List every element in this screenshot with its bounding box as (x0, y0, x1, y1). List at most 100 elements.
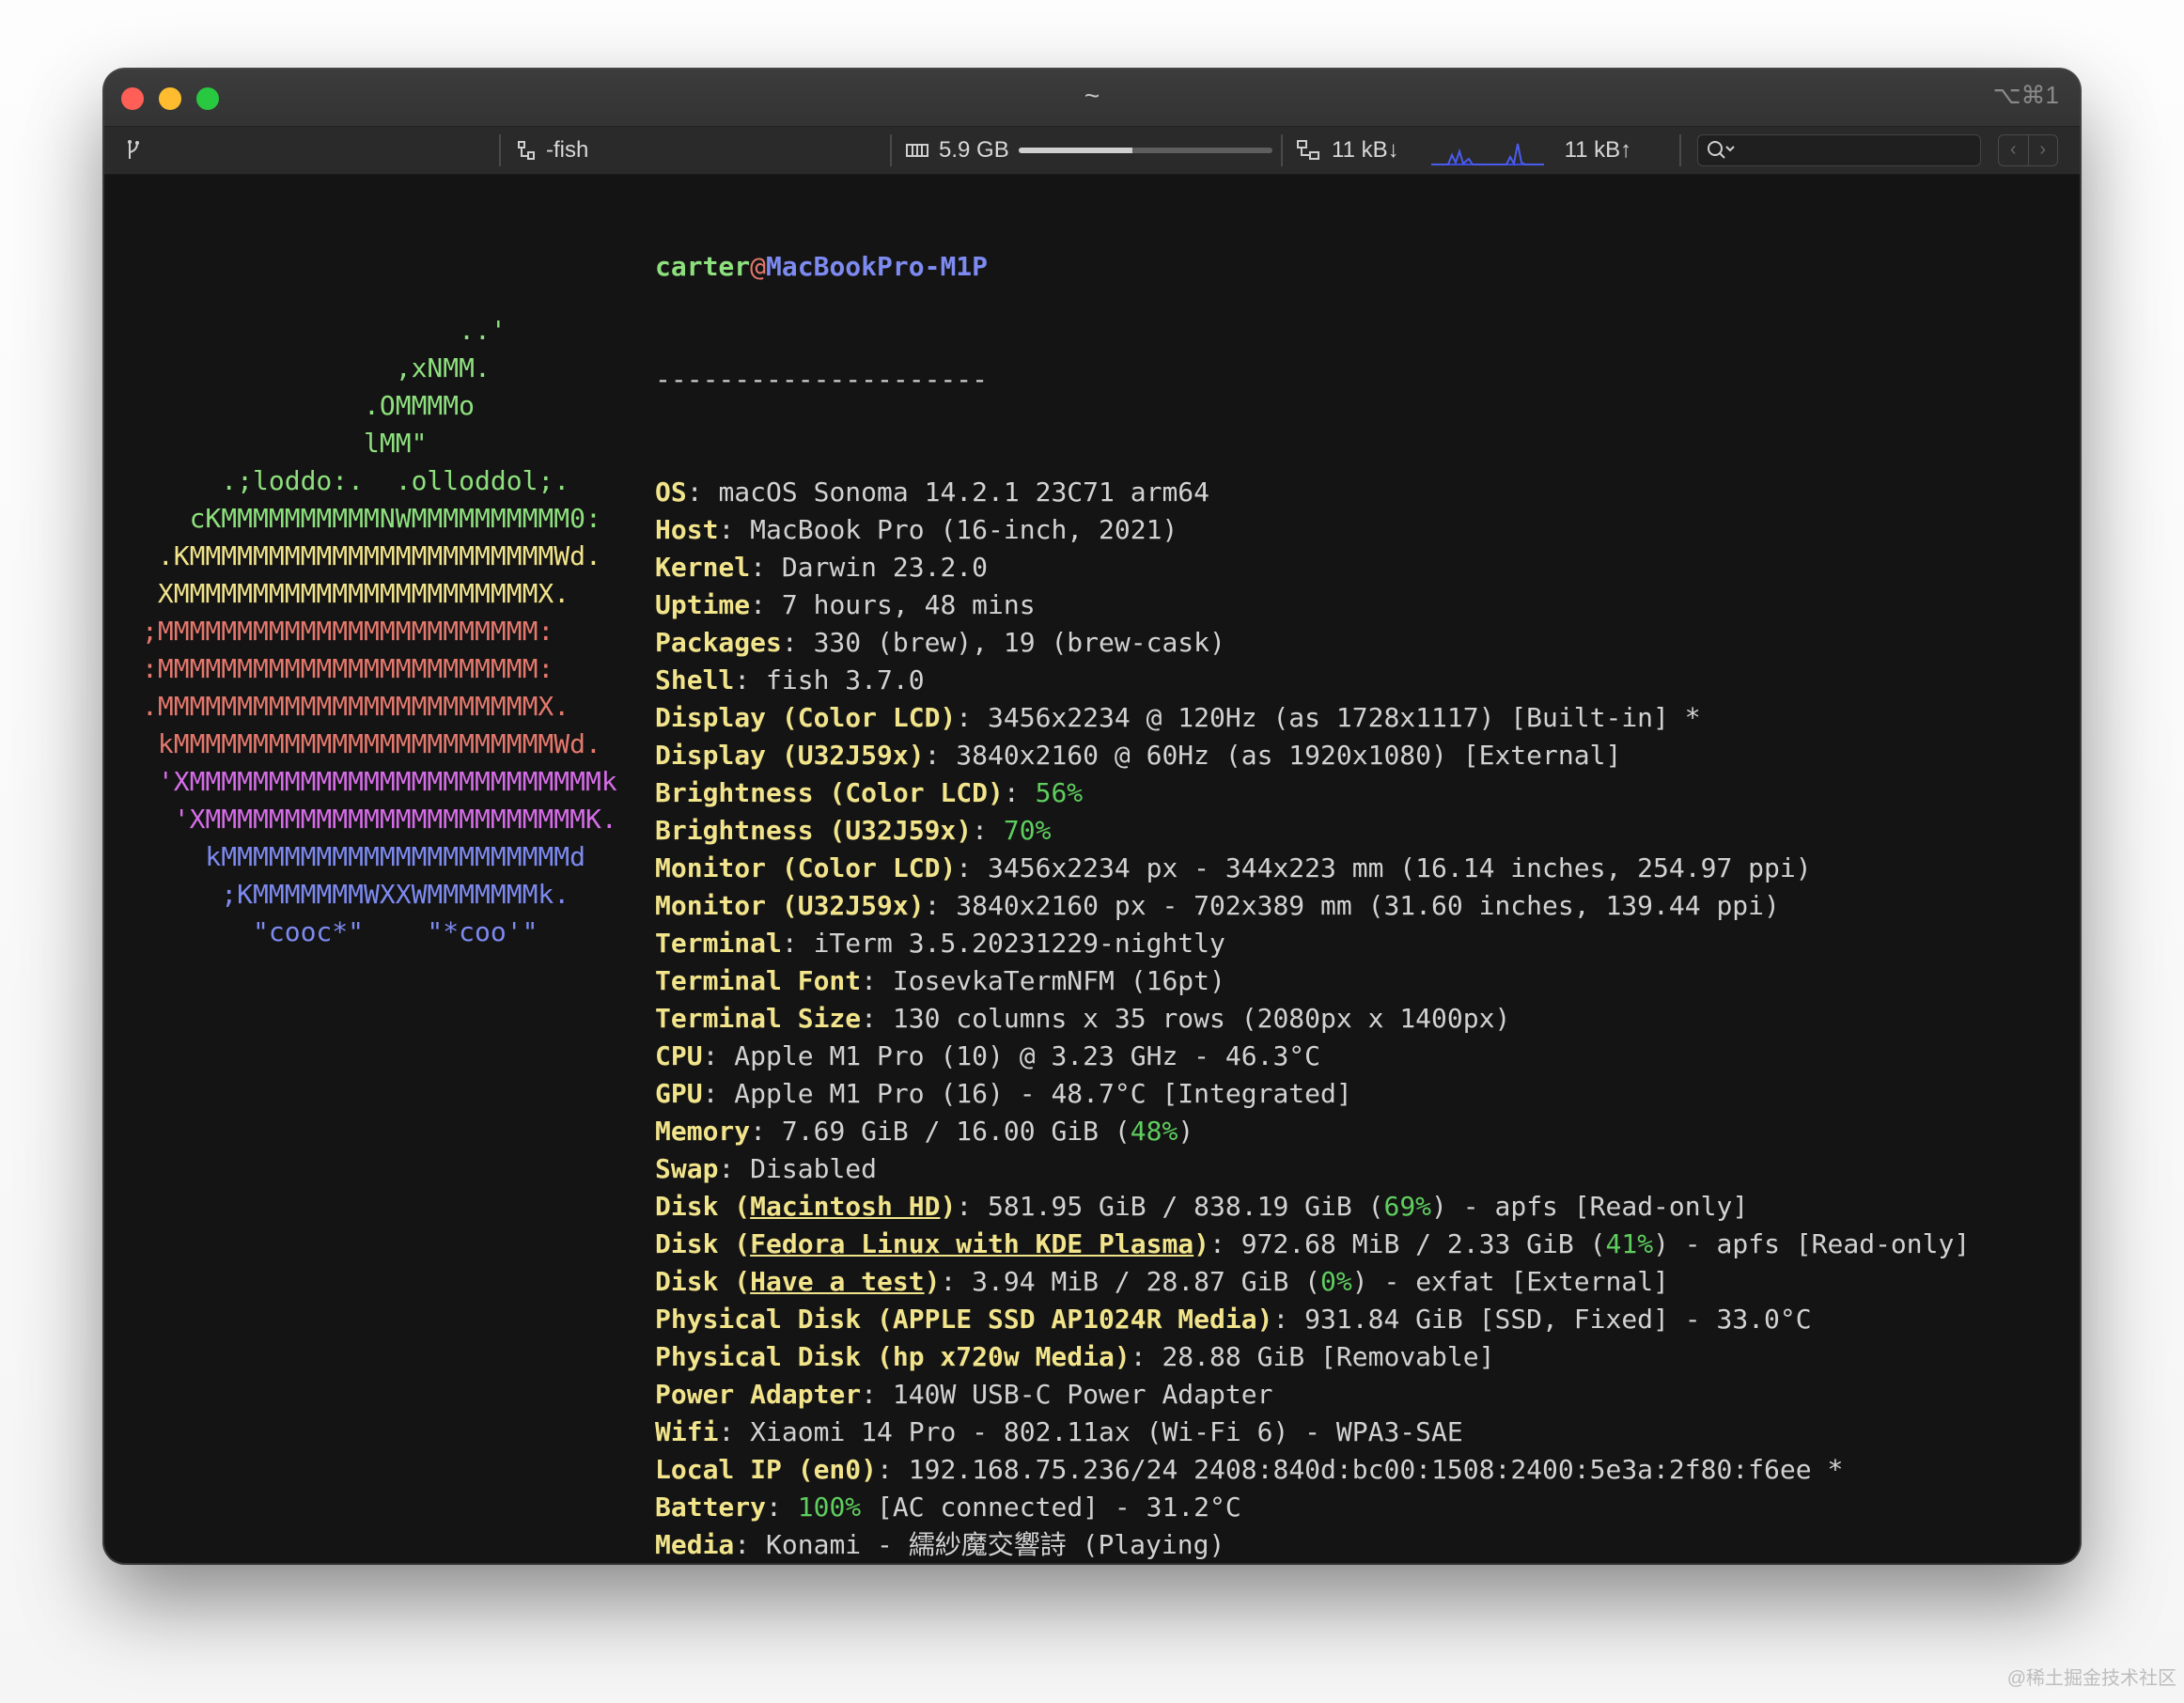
window-title: ~ (1084, 81, 1100, 110)
info-row: Brightness (Color LCD): 56% (655, 774, 1970, 812)
info-value: 130 columns x 35 rows (2080px x 1400px) (892, 1003, 1511, 1034)
info-key: Terminal Size (655, 1003, 862, 1034)
info-value: iTerm 3.5.20231229-nightly (813, 928, 1225, 959)
colon: : (686, 477, 719, 508)
info-row: Kernel: Darwin 23.2.0 (655, 549, 1970, 586)
info-key: Brightness (U32J59x) (655, 815, 973, 846)
colon: : (750, 589, 782, 620)
colon: : (940, 1266, 973, 1297)
info-key: Brightness (Color LCD) (655, 777, 1004, 808)
info-percentage: 69% (1383, 1191, 1432, 1222)
colon: : (766, 1492, 798, 1523)
network-download: 11 kB↓ (1332, 137, 1399, 163)
info-key-name: Fedora Linux with KDE Plasma (750, 1228, 1194, 1259)
info-value: macOS Sonoma 14.2.1 23C71 arm64 (718, 477, 1210, 508)
info-row: Monitor (Color LCD): 3456x2234 px - 344x… (655, 850, 1970, 887)
username: carter (655, 251, 751, 282)
memory-indicator[interactable]: 5.9 GB (905, 127, 1272, 174)
colon: : (924, 890, 957, 921)
info-key: Power Adapter (655, 1379, 862, 1410)
info-row: Physical Disk (APPLE SSD AP1024R Media):… (655, 1301, 1970, 1338)
logo-line: 'XMMMMMMMMMMMMMMMMMMMMMMMMMMk (142, 766, 617, 797)
info-value: 7 hours, 48 mins (781, 589, 1036, 620)
logo-line: .KMMMMMMMMMMMMMMMMMMMMMMMWd. (142, 540, 601, 571)
colon: : (718, 1416, 751, 1447)
info-key: Uptime (655, 589, 751, 620)
info-key: Wifi (655, 1416, 719, 1447)
window-shortcut: ⌥⌘1 (1992, 81, 2059, 109)
logo-line: XMMMMMMMMMMMMMMMMMMMMMMMX. (142, 578, 570, 609)
logo-line: .MMMMMMMMMMMMMMMMMMMMMMMMX. (142, 691, 570, 722)
info-value: 3840x2160 @ 60Hz (as 1920x1080) [Externa… (956, 740, 1622, 771)
info-value: 3.94 MiB / 28.87 GiB ( (972, 1266, 1321, 1297)
title-bar: ~ ⌥⌘1 (104, 70, 2080, 126)
chevron-right-icon[interactable]: › (2029, 135, 2058, 165)
info-key: CPU (655, 1040, 703, 1071)
colon: : (1209, 1228, 1241, 1259)
info-key: Media (655, 1529, 735, 1560)
info-value: Apple M1 Pro (10) @ 3.23 GHz - 46.3°C (734, 1040, 1321, 1071)
chevron-left-icon[interactable]: ‹ (1999, 135, 2029, 165)
info-key: Physical Disk (APPLE SSD AP1024R Media) (655, 1304, 1273, 1335)
info-key-name: Have a test (750, 1266, 925, 1297)
info-key: Battery (655, 1492, 767, 1523)
info-row: Media: Konami - 繻紗魔交響詩 (Playing) (655, 1526, 1970, 1563)
status-separator (890, 134, 892, 166)
colon: : (956, 852, 989, 883)
info-value: 3456x2234 px - 344x223 mm (16.14 inches,… (988, 852, 1812, 883)
git-branch-indicator[interactable] (125, 127, 142, 174)
search-icon (1708, 141, 1735, 159)
info-key-suffix: ) (924, 1266, 941, 1297)
info-value: 581.95 GiB / 838.19 GiB ( (988, 1191, 1384, 1222)
memory-chip-icon (906, 144, 928, 157)
colon: : (781, 627, 814, 658)
info-row: Swap: Disabled (655, 1150, 1970, 1188)
info-row: Disk (Fedora Linux with KDE Plasma): 972… (655, 1226, 1970, 1263)
terminal-window: ~ ⌥⌘1 -fish 5.9 GB 11 kB↓ 11 kB↑ ‹ › ..'… (104, 70, 2080, 1563)
colon: : (718, 1153, 751, 1184)
info-percentage: 56% (1035, 777, 1084, 808)
at-sign: @ (750, 251, 767, 282)
info-row: Uptime: 7 hours, 48 mins (655, 586, 1970, 624)
info-value-suffix: [AC connected] - 31.2°C (861, 1492, 1241, 1523)
colon: : (924, 740, 957, 771)
info-key: Display (Color LCD) (655, 702, 957, 733)
logo-line: .OMMMMo (142, 390, 476, 421)
info-row: GPU: Apple M1 Pro (16) - 48.7°C [Integra… (655, 1075, 1970, 1113)
logo-line: kMMMMMMMMMMMMMMMMMMMMMMd (142, 841, 586, 872)
info-percentage: 100% (797, 1492, 862, 1523)
colon: : (734, 664, 767, 695)
colon: : (1272, 1304, 1305, 1335)
job-indicator[interactable]: -fish (516, 127, 588, 174)
colon: : (750, 1116, 782, 1147)
info-key: Disk ( (655, 1266, 751, 1297)
info-value: Darwin 23.2.0 (781, 552, 989, 583)
memory-usage: 5.9 GB (939, 137, 1009, 163)
info-key: Swap (655, 1153, 719, 1184)
status-separator (1679, 134, 1681, 166)
info-percentage: 0% (1320, 1266, 1352, 1297)
network-indicator[interactable]: 11 kB↓ 11 kB↑ (1296, 127, 1631, 174)
colon: : (972, 815, 1004, 846)
watermark: @稀土掘金技术社区 (2006, 1668, 2176, 1689)
info-row: Packages: 330 (brew), 19 (brew-cask) (655, 624, 1970, 662)
info-row: Terminal Font: IosevkaTermNFM (16pt) (655, 962, 1970, 1000)
colon: : (734, 1529, 767, 1560)
info-value: 28.88 GiB [Removable] (1162, 1341, 1495, 1372)
info-value: 330 (brew), 19 (brew-cask) (813, 627, 1225, 658)
info-key: Kernel (655, 552, 751, 583)
info-key: Disk ( (655, 1191, 751, 1222)
colon: : (1003, 777, 1036, 808)
colon: : (956, 702, 989, 733)
info-value: Xiaomi 14 Pro - 802.11ax (Wi-Fi 6) - WPA… (750, 1416, 1463, 1447)
info-value: fish 3.7.0 (766, 664, 925, 695)
logo-line: ,xNMM. (142, 352, 491, 383)
info-key: Monitor (Color LCD) (655, 852, 957, 883)
info-row: Shell: fish 3.7.0 (655, 662, 1970, 699)
search-field[interactable] (1697, 134, 1981, 166)
info-row: Disk (Macintosh HD): 581.95 GiB / 838.19… (655, 1188, 1970, 1226)
terminal-content[interactable]: ..' ,xNMM. .OMMMMo lMM" .;loddo:. .ollod… (104, 173, 2080, 1563)
shell-name: -fish (546, 137, 589, 163)
info-row: Display (Color LCD): 3456x2234 @ 120Hz (… (655, 699, 1970, 737)
info-key-suffix: ) (1193, 1228, 1210, 1259)
